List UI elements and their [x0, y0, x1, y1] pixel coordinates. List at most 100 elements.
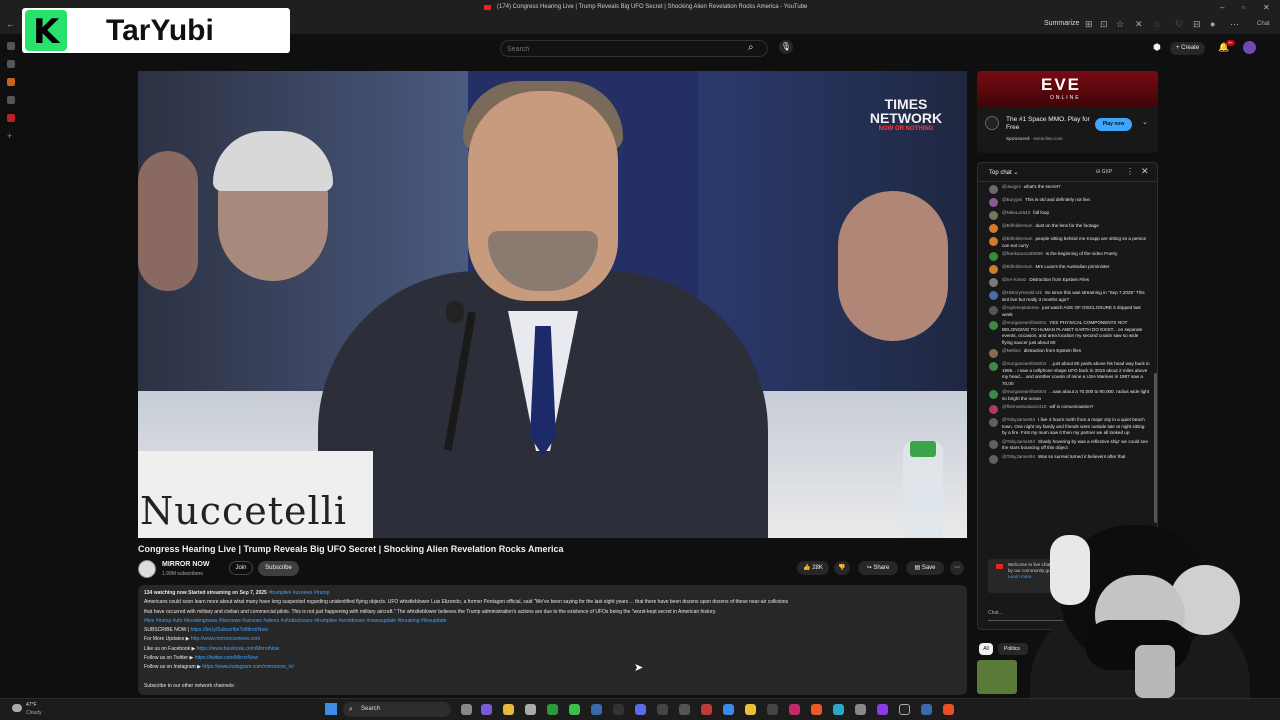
- sidebar-app-icon[interactable]: [7, 42, 15, 50]
- taskbar-app-icon[interactable]: [877, 704, 888, 715]
- chat-message[interactable]: @florinsebastian2418 wtf is comunicaation…: [978, 403, 1154, 416]
- facebook-link[interactable]: https://www.facebook.com/MirrorNow: [197, 646, 280, 652]
- dislike-button[interactable]: 👎: [834, 561, 850, 575]
- sidebar-app-icon[interactable]: [7, 78, 15, 86]
- taskbar-app-icon[interactable]: [789, 704, 800, 715]
- chat-close-icon[interactable]: ✕: [1141, 166, 1149, 177]
- chat-author[interactable]: @BillAlderman: [1002, 236, 1032, 241]
- chat-message[interactable]: @franksaccio89289 is the beginning of the…: [978, 250, 1154, 263]
- chat-message[interactable]: @rayleneplatense just watch AGE OF DISCLO…: [978, 304, 1154, 319]
- chat-author[interactable]: @SA-ko6vz: [1002, 277, 1026, 282]
- sidebar-app-icon[interactable]: [7, 96, 15, 104]
- account-avatar[interactable]: [1243, 41, 1256, 54]
- taskbar-app-icon[interactable]: [613, 704, 624, 715]
- chat-author[interactable]: @TobyJames94: [1002, 454, 1035, 459]
- extension-icon[interactable]: ◌: [1154, 19, 1159, 29]
- brave-icon[interactable]: [811, 704, 822, 715]
- star-icon[interactable]: ☆: [1116, 19, 1124, 30]
- sidebar-youtube-icon[interactable]: [7, 114, 15, 122]
- taskbar-app-icon[interactable]: [921, 704, 932, 715]
- subscribe-button[interactable]: Subscribe: [258, 561, 299, 576]
- taskbar-app-icon[interactable]: [679, 704, 690, 715]
- chat-message[interactable]: @BillAlderman people sitting behind me Kn…: [978, 235, 1154, 250]
- save-button[interactable]: ▤ Save: [906, 561, 944, 575]
- taskbar-app-icon[interactable]: [657, 704, 668, 715]
- steam-icon[interactable]: [591, 704, 602, 715]
- chat-message[interactable]: @TobyJames94 Was so surreal turned it bel…: [978, 453, 1154, 466]
- close-tab-icon[interactable]: ✕: [1135, 19, 1143, 30]
- collections-icon[interactable]: ⊟: [1193, 19, 1201, 30]
- chat-author[interactable]: @Eurypsi: [1002, 197, 1022, 202]
- channel-avatar[interactable]: [138, 560, 156, 578]
- top-chat-dropdown[interactable]: Top chat ⌄: [989, 169, 1018, 176]
- video-player[interactable]: Nuccetelli TIMES NETWORK NOW OR NOTHING: [138, 71, 967, 538]
- add-icon[interactable]: +: [7, 132, 15, 141]
- chat-message[interactable]: @BillAlderman Mrs Luna's the Australian p…: [978, 263, 1154, 276]
- chat-message[interactable]: @Nellie2 distraction from Epstein files: [978, 347, 1154, 360]
- chip-all[interactable]: All: [979, 643, 993, 655]
- windows-start-icon[interactable]: [325, 703, 337, 715]
- taskbar-search[interactable]: ⌕ Search: [343, 702, 451, 717]
- x-app-icon[interactable]: [899, 704, 910, 715]
- heart-icon[interactable]: ♡: [1175, 19, 1183, 30]
- chat-message[interactable]: @SA-ko6vz Distraction from Epstein Files: [978, 276, 1154, 289]
- maximize-icon[interactable]: ▫: [1242, 3, 1245, 12]
- gxp-badge[interactable]: ⛁ GXP: [1096, 169, 1112, 175]
- chat-message[interactable]: @morganearrillo6004 ...saw about a 70,000…: [978, 388, 1154, 403]
- chat-message[interactable]: @Jaxjyni what's the secret?: [978, 183, 1154, 196]
- chat-author[interactable]: @rayleneplatense: [1002, 305, 1039, 310]
- search-icon[interactable]: ⌕: [748, 42, 754, 53]
- chat-author[interactable]: @BillAlderman: [1002, 264, 1032, 269]
- microphone-icon[interactable]: 🎙: [779, 40, 793, 54]
- task-view-icon[interactable]: [461, 704, 472, 715]
- chat-author[interactable]: @morganearrillo6004: [1002, 320, 1046, 325]
- chat-message[interactable]: @BillAlderman dust on the lens for the fo…: [978, 222, 1154, 235]
- file-explorer-icon[interactable]: [503, 704, 514, 715]
- chat-author[interactable]: @morganearrillo6004: [1002, 361, 1046, 366]
- taskbar-app-icon[interactable]: [701, 704, 712, 715]
- description-hashtags[interactable]: #live #trump #ufo #breakingnews #livenew…: [144, 617, 961, 626]
- taskbar-app-icon[interactable]: [943, 704, 954, 715]
- chat-scrollbar[interactable]: [1154, 373, 1157, 523]
- instagram-link[interactable]: https://www.instagram.com/mirrornow_in/: [202, 664, 293, 670]
- minimize-icon[interactable]: –: [1220, 3, 1224, 12]
- reader-icon[interactable]: ⊞: [1085, 19, 1093, 30]
- taskbar-app-icon[interactable]: [723, 704, 734, 715]
- xbox-icon[interactable]: [547, 704, 558, 715]
- ad-banner[interactable]: EVE ONLINE: [977, 71, 1158, 108]
- cast-icon[interactable]: ⬢: [1153, 42, 1161, 53]
- profile-icon[interactable]: ●: [1210, 19, 1215, 29]
- chat-message[interactable]: @HistoryHerald-i2k So since this was stre…: [978, 289, 1154, 304]
- chrome-icon[interactable]: [745, 704, 756, 715]
- chat-message[interactable]: @TobyJames94 Slowly hovering by was a ref…: [978, 438, 1154, 453]
- chat-author[interactable]: @TobyJames94: [1002, 417, 1035, 422]
- chat-more-icon[interactable]: ⋮: [1126, 167, 1134, 176]
- video-description[interactable]: 134 watching now Started streaming on Se…: [138, 585, 967, 695]
- chat-message[interactable]: @NikeLar642 full loop: [978, 209, 1154, 222]
- edge-icon[interactable]: [833, 704, 844, 715]
- back-icon[interactable]: ←: [6, 19, 15, 29]
- share-button[interactable]: ↪ Share: [858, 561, 898, 575]
- chat-author[interactable]: @BillAlderman: [1002, 223, 1032, 228]
- twitter-link[interactable]: https://twitter.com/MirrorNow: [195, 655, 258, 661]
- chat-author[interactable]: @NikeLar642: [1002, 210, 1030, 215]
- chat-author[interactable]: @franksaccio89289: [1002, 251, 1043, 256]
- hashtags-top[interactable]: #trumplive #usnews #trump: [268, 590, 329, 596]
- ad-title[interactable]: The #1 Space MMO. Play for Free: [1006, 116, 1096, 132]
- sidebar-app-icon[interactable]: [7, 60, 15, 68]
- search-box[interactable]: [500, 40, 768, 57]
- discord-icon[interactable]: [635, 704, 646, 715]
- taskbar-app-icon[interactable]: [855, 704, 866, 715]
- chat-message[interactable]: @morganearrillo6004 ...just about 80 yard…: [978, 360, 1154, 388]
- chat-message[interactable]: @TobyJames94 I live 4 hours north from a …: [978, 416, 1154, 438]
- channel-name[interactable]: MIRROR NOW: [162, 561, 209, 568]
- chat-author[interactable]: @TobyJames94: [1002, 439, 1035, 444]
- search-input[interactable]: [507, 43, 737, 55]
- copilot-chat-button[interactable]: Chat: [1257, 21, 1270, 27]
- close-window-icon[interactable]: ✕: [1263, 3, 1270, 12]
- chat-author[interactable]: @morganearrillo6004: [1002, 389, 1046, 394]
- website-link[interactable]: http://www.mirrornownews.com: [191, 636, 260, 642]
- ad-play-button[interactable]: Play now: [1095, 118, 1132, 131]
- summarize-button[interactable]: Summarize: [1044, 20, 1079, 27]
- taskbar-app-icon[interactable]: [767, 704, 778, 715]
